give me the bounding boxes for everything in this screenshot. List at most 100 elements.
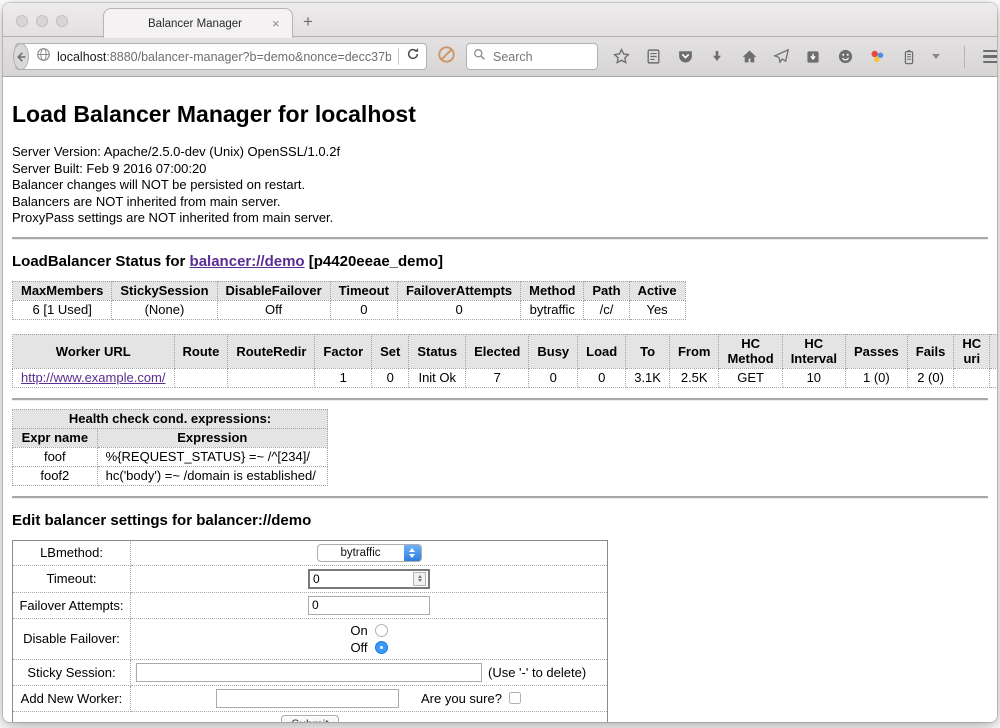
downloads-icon[interactable] — [708, 48, 726, 66]
search-icon — [473, 48, 486, 66]
timeout-label: Timeout: — [13, 565, 131, 592]
balancer-summary-table: MaxMembers StickySession DisableFailover… — [12, 281, 686, 320]
col-status: Status — [409, 334, 466, 368]
feedback-smiley-icon[interactable] — [836, 48, 854, 66]
search-box[interactable] — [466, 43, 598, 70]
hello-colored-dots-icon[interactable] — [868, 48, 886, 66]
add-worker-label: Add New Worker: — [13, 685, 131, 711]
disable-failover-on-radio[interactable] — [375, 624, 388, 637]
health-row: foof2 hc('body') =~ /domain is establish… — [13, 466, 328, 485]
edit-settings-heading: Edit balancer settings for balancer://de… — [12, 512, 988, 529]
cell-from: 2.5K — [669, 368, 719, 387]
save-page-icon[interactable] — [804, 48, 822, 66]
submit-button[interactable]: Submit — [281, 715, 338, 722]
disable-failover-off-radio[interactable] — [375, 641, 388, 654]
new-tab-button[interactable]: + — [303, 12, 313, 32]
failover-attempts-label: Failover Attempts: — [13, 592, 131, 618]
worker-table: Worker URL Route RouteRedir Factor Set S… — [12, 334, 997, 388]
window-controls — [16, 15, 68, 27]
table-header-row: Worker URL Route RouteRedir Factor Set S… — [13, 334, 998, 368]
cell-load: 0 — [578, 368, 626, 387]
select-stepper-icon — [404, 545, 421, 561]
tab-balancer-manager[interactable]: Balancer Manager × — [103, 8, 293, 38]
timeout-input[interactable] — [310, 572, 413, 586]
disable-failover-label: Disable Failover: — [13, 618, 131, 659]
col-busy: Busy — [529, 334, 578, 368]
sticky-session-row: Sticky Session: (Use '-' to delete) — [13, 659, 608, 685]
cell-maxmembers: 6 [1 Used] — [13, 300, 112, 319]
cell-busy: 0 — [529, 368, 578, 387]
status-heading-suffix: [p4420eeae_demo] — [305, 253, 443, 270]
lbmethod-label: LBmethod: — [13, 540, 131, 565]
url-bar[interactable]: localhost:8880/balancer-manager?b=demo&n… — [15, 43, 427, 70]
worker-row: http://www.example.com/ 1 0 Init Ok 7 0 … — [13, 368, 998, 387]
edit-settings-form: LBmethod: bytraffic Timeout: — [12, 540, 608, 722]
cell-route — [174, 368, 228, 387]
site-identity-globe-icon[interactable] — [36, 47, 51, 67]
cell-routeredir — [228, 368, 315, 387]
sticky-session-input[interactable] — [136, 663, 482, 682]
url-text[interactable]: localhost:8880/balancer-manager?b=demo&n… — [57, 50, 391, 64]
col-to: To — [626, 334, 670, 368]
col-timeout: Timeout — [330, 281, 397, 300]
persist-note: Balancer changes will NOT be persisted o… — [12, 177, 988, 194]
cell-expression: hc('body') =~ /domain is established/ — [97, 466, 327, 485]
reload-icon[interactable] — [406, 47, 420, 66]
toolbar-icons — [612, 46, 997, 68]
home-icon[interactable] — [740, 48, 758, 66]
col-passes: Passes — [845, 334, 907, 368]
cell-disablefailover: Off — [217, 300, 330, 319]
radio-on-label: On — [350, 622, 367, 639]
cell-expression: %{REQUEST_STATUS} =~ /^[234]/ — [97, 447, 327, 466]
col-active: Active — [629, 281, 685, 300]
col-factor: Factor — [315, 334, 372, 368]
worker-url-link[interactable]: http://www.example.com/ — [21, 370, 166, 385]
divider — [12, 237, 988, 239]
back-button[interactable] — [13, 43, 29, 70]
bookmark-star-icon[interactable] — [612, 48, 630, 66]
pocket-icon[interactable] — [676, 48, 694, 66]
balancer-link[interactable]: balancer://demo — [190, 253, 305, 270]
cell-status: Init Ok — [409, 368, 466, 387]
server-version: Server Version: Apache/2.5.0-dev (Unix) … — [12, 144, 988, 161]
url-divider — [398, 48, 399, 65]
tab-close-icon[interactable]: × — [272, 16, 292, 31]
col-elected: Elected — [466, 334, 529, 368]
lbmethod-select[interactable]: bytraffic — [317, 544, 422, 562]
divider — [12, 398, 988, 400]
browser-window: Balancer Manager × + localhost:8880/bala… — [3, 3, 997, 722]
cell-hc-method: GET — [719, 368, 782, 387]
search-input[interactable] — [491, 49, 591, 65]
server-info: Server Version: Apache/2.5.0-dev (Unix) … — [12, 144, 988, 227]
sticky-session-note: (Use '-' to delete) — [488, 665, 586, 680]
table-header-row: Expr name Expression — [13, 428, 328, 447]
tab-bar: Balancer Manager × + — [3, 3, 997, 37]
number-stepper-icon[interactable] — [413, 572, 426, 586]
col-route: Route — [174, 334, 228, 368]
add-worker-row: Add New Worker: Are you sure? — [13, 685, 608, 711]
lbmethod-row: LBmethod: bytraffic — [13, 540, 608, 565]
battery-widget-icon[interactable] — [900, 48, 918, 66]
cell-to: 3.1K — [626, 368, 670, 387]
cell-factor: 1 — [315, 368, 372, 387]
window-zoom-button[interactable] — [56, 15, 68, 27]
col-worker-url: Worker URL — [13, 334, 175, 368]
menu-icon[interactable] — [983, 50, 997, 64]
table-row: 6 [1 Used] (None) Off 0 0 bytraffic /c/ … — [13, 300, 686, 319]
window-close-button[interactable] — [16, 15, 28, 27]
add-worker-input[interactable] — [216, 689, 399, 708]
send-tab-icon[interactable] — [772, 48, 790, 66]
health-row: foof %{REQUEST_STATUS} =~ /^[234]/ — [13, 447, 328, 466]
failover-attempts-input[interactable] — [308, 596, 430, 615]
widget-caret-icon[interactable] — [932, 54, 940, 59]
submit-row: Submit — [13, 711, 608, 722]
status-heading: LoadBalancer Status for balancer://demo … — [12, 253, 988, 270]
cell-expr-name: foof — [13, 447, 98, 466]
window-minimize-button[interactable] — [36, 15, 48, 27]
proxypass-note: ProxyPass settings are NOT inherited fro… — [12, 210, 988, 227]
are-you-sure-checkbox[interactable] — [509, 692, 521, 704]
reading-list-icon[interactable] — [644, 48, 662, 66]
cell-method: bytraffic — [521, 300, 584, 319]
col-maxmembers: MaxMembers — [13, 281, 112, 300]
content-blocked-icon[interactable] — [437, 45, 456, 69]
